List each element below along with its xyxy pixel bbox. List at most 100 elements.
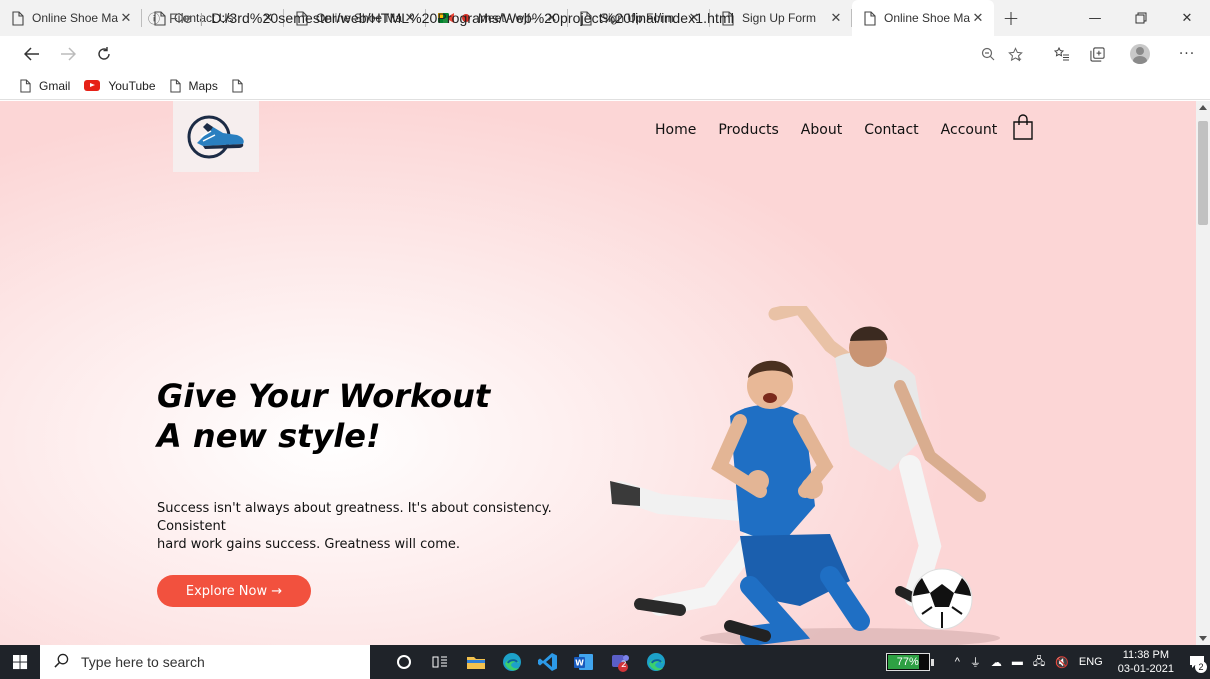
volume-muted-icon[interactable]: 🔇 [1055,656,1069,669]
window-close-button[interactable]: ✕ [1164,0,1210,36]
site-nav: Home Products About Contact Account [655,114,1035,141]
forward-arrow-icon [61,47,76,61]
shopping-bag-icon[interactable] [1011,113,1035,141]
page-scrollbar[interactable] [1196,101,1210,645]
edge-icon [503,653,521,671]
favorites-list-icon [1054,47,1069,61]
hero-title-line2: A new style! [157,417,381,455]
scroll-up-arrow-icon[interactable] [1199,105,1207,110]
hero-text-line2: Consistent [157,519,226,534]
edge-app-2[interactable] [638,645,674,679]
hero-athletes-image [610,306,1000,645]
info-icon[interactable]: ⓘ [145,10,163,27]
restore-button[interactable] [1118,0,1164,36]
hero-description: Success isn't always about greatness. It… [157,500,587,554]
cortana-button[interactable] [386,645,422,679]
bookmark-label: Maps [188,78,218,93]
cloud-icon[interactable]: ☁ [991,656,1002,669]
windows-logo-icon [12,654,27,669]
avatar [1130,44,1150,64]
zoom-button[interactable] [973,36,1003,72]
language-indicator[interactable]: ENG [1079,656,1103,668]
show-hidden-icons-icon[interactable]: ^ [955,656,960,668]
hero-text-line3: hard work gains success. Greatness will … [157,537,460,552]
word-button[interactable]: W [566,645,602,679]
tab-1[interactable]: Online Shoe Ma ✕ [0,0,142,36]
system-tray: 77% ^ ⏚ ☁ ▬ 🖧 🔇 ENG 11:38 PM 03-01-2021 … [885,645,1210,679]
taskbar-search[interactable]: Type here to search [40,645,370,679]
scroll-thumb[interactable] [1198,121,1208,225]
edge-app-1[interactable] [494,645,530,679]
url-text[interactable]: D:/3rd%20semester/web/HTML%20Programs/We… [211,10,734,26]
more-icon: ··· [1178,46,1196,62]
folder-icon [467,657,485,669]
teams-button[interactable]: 2 [602,645,638,679]
scroll-down-arrow-icon[interactable] [1199,636,1207,641]
scheme-label: File [169,10,192,26]
notification-center-button[interactable]: 2 [1184,645,1210,679]
bookmarks-bar: Gmail YouTube Maps [0,72,1210,100]
back-arrow-icon [24,47,39,61]
start-button[interactable] [0,645,40,679]
word-icon: W [574,654,593,670]
restore-icon [1135,12,1147,24]
bookmark-gmail[interactable]: Gmail [20,79,70,93]
address-divider: | [199,10,204,26]
nav-about[interactable]: About [801,122,842,138]
forward-button[interactable] [50,38,86,70]
address-bar[interactable]: ⓘ File | D:/3rd%20semester/web/HTML%20Pr… [145,4,1005,32]
tab-title: Online Shoe Ma [32,11,118,25]
collections-button[interactable] [1082,36,1112,72]
svg-text:W: W [575,659,584,668]
explore-now-button[interactable]: Explore Now → [157,575,311,607]
bookmark-maps[interactable]: Maps [169,78,218,93]
back-button[interactable] [14,38,50,70]
search-icon [54,653,69,671]
bookmark-label: YouTube [108,78,156,93]
zoom-out-icon [981,47,995,61]
favorites-list-button[interactable] [1047,36,1077,72]
refresh-icon [98,47,110,60]
edge-icon [647,653,665,671]
file-explorer-button[interactable] [458,645,494,679]
hero-text-line1: Success isn't always about greatness. It… [157,501,552,516]
bookmark-untitled[interactable] [232,79,251,93]
battery-label: 77% [896,656,919,668]
page-viewport: Home Products About Contact Account Give… [0,101,1196,645]
favorite-button[interactable] [1000,36,1030,72]
cortana-icon [397,655,411,669]
task-view-button[interactable] [422,645,458,679]
profile-button[interactable] [1125,36,1155,72]
task-view-icon [432,656,447,668]
notification-count: 2 [1195,661,1207,673]
teams-badge: 2 [621,660,627,670]
minimize-button[interactable]: — [1072,0,1118,36]
clock-date: 03-01-2021 [1117,663,1174,675]
nav-contact[interactable]: Contact [864,122,918,138]
youtube-icon [84,80,101,91]
search-placeholder: Type here to search [81,654,205,670]
site-logo[interactable] [173,101,259,172]
nav-home[interactable]: Home [655,122,696,138]
battery-tray-icon[interactable]: ▬ [1012,656,1023,668]
battery-indicator[interactable]: 77% [885,653,934,671]
vscode-button[interactable] [530,645,566,679]
clock-time: 11:38 PM [1122,649,1169,661]
refresh-button[interactable] [86,38,122,70]
bookmark-youtube[interactable]: YouTube [84,78,156,93]
bookmark-label: Gmail [39,78,71,93]
hero-title-line1: Give Your Workout [157,377,491,415]
vscode-icon [538,653,557,671]
nav-products[interactable]: Products [718,122,778,138]
collections-icon [1089,46,1105,62]
shoe-logo-icon [187,115,244,158]
hero-title: Give Your Workout A new style! [157,376,490,456]
windows-taskbar: Type here to search W 2 77% ^ ⏚ ☁ ▬ 🖧 🔇 … [0,645,1210,679]
usb-icon[interactable]: ⏚ [970,654,981,670]
network-icon[interactable]: 🖧 [1033,653,1045,672]
nav-account[interactable]: Account [941,122,998,138]
page-icon [20,79,31,92]
clock[interactable]: 11:38 PM 03-01-2021 [1118,648,1174,676]
close-icon[interactable]: ✕ [118,11,134,26]
settings-menu-button[interactable]: ··· [1172,36,1202,72]
